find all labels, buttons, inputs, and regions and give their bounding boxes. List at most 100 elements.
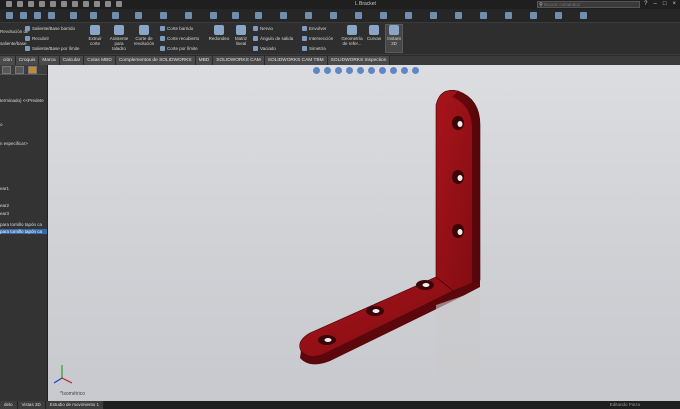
tree-item[interactable]: o [0, 122, 3, 127]
l-bracket-model[interactable] [48, 65, 680, 401]
tree-item[interactable]: ear3 [0, 211, 9, 216]
shell-button[interactable]: Vaciado [253, 46, 276, 52]
feature-icon[interactable] [232, 12, 239, 19]
feature-icon[interactable] [380, 12, 387, 19]
rib-button[interactable]: Nervio [253, 26, 273, 32]
new-document-icon[interactable] [17, 1, 23, 7]
graphics-viewport[interactable]: *Isométrico [48, 65, 680, 401]
select-cursor-icon[interactable] [83, 1, 89, 7]
feature-icon[interactable] [20, 12, 27, 19]
feature-icon[interactable] [580, 12, 587, 19]
tab-cam[interactable]: SOLIDWORKS CAM [213, 56, 265, 65]
tree-item-selected[interactable]: para tornillo tapón ca [0, 229, 47, 234]
linear-pattern-button[interactable]: Matriz lineal [232, 25, 250, 46]
draft-button[interactable]: Ángulo de salida [253, 36, 293, 42]
zoom-area-icon[interactable] [324, 67, 331, 74]
tab-addins[interactable]: Complementos de SOLIDWORKS [115, 56, 196, 65]
crosshair-icon[interactable] [15, 66, 24, 74]
feature-icon[interactable] [185, 12, 192, 19]
tab-3d-views[interactable]: Vistas 3D [17, 401, 46, 409]
feature-icon[interactable] [530, 12, 537, 19]
save-icon[interactable] [39, 1, 45, 7]
tree-item[interactable]: ear1 [0, 186, 9, 191]
edit-appearance-icon[interactable] [390, 67, 397, 74]
feature-icon[interactable] [112, 12, 119, 19]
feature-icon[interactable] [355, 12, 362, 19]
tab-features[interactable]: ción [0, 56, 16, 65]
feature-icon[interactable] [555, 12, 562, 19]
tab-evaluate[interactable]: Calcular [59, 56, 85, 65]
wrap-button[interactable]: Envolver [302, 26, 327, 32]
boundary-cut-button[interactable]: Corte por límite [160, 46, 198, 52]
view-settings-icon[interactable] [412, 67, 419, 74]
options-gear-icon[interactable] [116, 1, 122, 7]
command-search[interactable]: ⚲ [537, 1, 640, 8]
swept-boss-button[interactable]: Saliente/Base barrido [25, 26, 75, 32]
minimize-button[interactable]: – [654, 0, 657, 9]
help-icon[interactable]: ? [644, 0, 647, 9]
feature-icon[interactable] [430, 12, 437, 19]
hole-wizard-button[interactable]: Asistente para taladro [108, 25, 130, 51]
tree-item[interactable]: terminado) <<Predete [0, 98, 44, 103]
tab-sketch[interactable]: Croquis [15, 56, 40, 65]
feature-icon[interactable] [405, 12, 412, 19]
boundary-boss-button[interactable]: Saliente/Base por límite [25, 46, 80, 52]
close-button[interactable]: × [672, 0, 676, 9]
swept-cut-button[interactable]: Corte barrido [160, 26, 193, 32]
print-icon[interactable] [50, 1, 56, 7]
tab-mbd-dimensions[interactable]: Cotas MBD [84, 56, 116, 65]
feature-icon[interactable] [48, 12, 55, 19]
feature-icon[interactable] [280, 12, 287, 19]
zoom-to-fit-icon[interactable] [313, 67, 320, 74]
feature-icon[interactable] [70, 12, 77, 19]
feature-icon[interactable] [34, 12, 41, 19]
ribbon-cut-label[interactable]: saliente/base [0, 41, 27, 46]
reference-geometry-button[interactable]: Geometría de refer... [340, 25, 364, 46]
tab-markup[interactable]: Marca [39, 56, 60, 65]
feature-icon[interactable] [480, 12, 487, 19]
hide-show-icon[interactable] [379, 67, 386, 74]
feature-icon[interactable] [255, 12, 262, 19]
extruded-cut-button[interactable]: Extruir corte [85, 25, 105, 46]
rebuild-icon[interactable] [94, 1, 100, 7]
instant3d-button[interactable]: Instant 3D [385, 24, 403, 53]
tab-model[interactable]: delo [0, 401, 18, 409]
appearance-icon[interactable] [28, 66, 37, 74]
mirror-button[interactable]: Simetría [302, 46, 326, 52]
tab-inspection[interactable]: SOLIDWORKS Inspection [327, 56, 391, 65]
feature-icon[interactable] [135, 12, 142, 19]
undo-icon[interactable] [61, 1, 67, 7]
feature-tree-tab[interactable] [2, 66, 11, 74]
lofted-cut-button[interactable]: Corte recubierto [160, 36, 199, 42]
maximize-button[interactable]: □ [663, 0, 667, 9]
feature-icon[interactable] [6, 12, 13, 19]
previous-view-icon[interactable] [335, 67, 342, 74]
view-orientation-icon[interactable] [357, 67, 364, 74]
feature-icon[interactable] [160, 12, 167, 19]
tree-item[interactable]: n especificar> [0, 141, 28, 146]
feature-icon[interactable] [305, 12, 312, 19]
redo-icon[interactable] [72, 1, 78, 7]
curves-button[interactable]: Curvas [365, 25, 383, 41]
scene-icon[interactable] [401, 67, 408, 74]
feature-icon[interactable] [210, 12, 217, 19]
search-input[interactable] [544, 1, 624, 8]
feature-icon[interactable] [330, 12, 337, 19]
section-view-icon[interactable] [346, 67, 353, 74]
tab-cam-tbm[interactable]: SOLIDWORKS CAM TBM [264, 56, 328, 65]
loft-button[interactable]: Recubrir [25, 36, 49, 42]
feature-icon[interactable] [455, 12, 462, 19]
file-properties-icon[interactable] [105, 1, 111, 7]
open-folder-icon[interactable] [28, 1, 34, 7]
revolved-cut-button[interactable]: Corte de revolución [132, 25, 156, 46]
home-icon[interactable] [6, 1, 12, 7]
intersect-button[interactable]: Intersección [302, 36, 333, 42]
fillet-button[interactable]: Redondeo [207, 25, 231, 41]
feature-icon[interactable] [505, 12, 512, 19]
tree-item[interactable]: ear2 [0, 203, 9, 208]
display-style-icon[interactable] [368, 67, 375, 74]
tree-item[interactable]: para tornillo tapón ca [0, 222, 42, 227]
feature-icon[interactable] [90, 12, 97, 19]
tab-mbd[interactable]: MBD [195, 56, 214, 65]
tab-motion-study[interactable]: Estudio de movimiento 1 [45, 401, 104, 409]
